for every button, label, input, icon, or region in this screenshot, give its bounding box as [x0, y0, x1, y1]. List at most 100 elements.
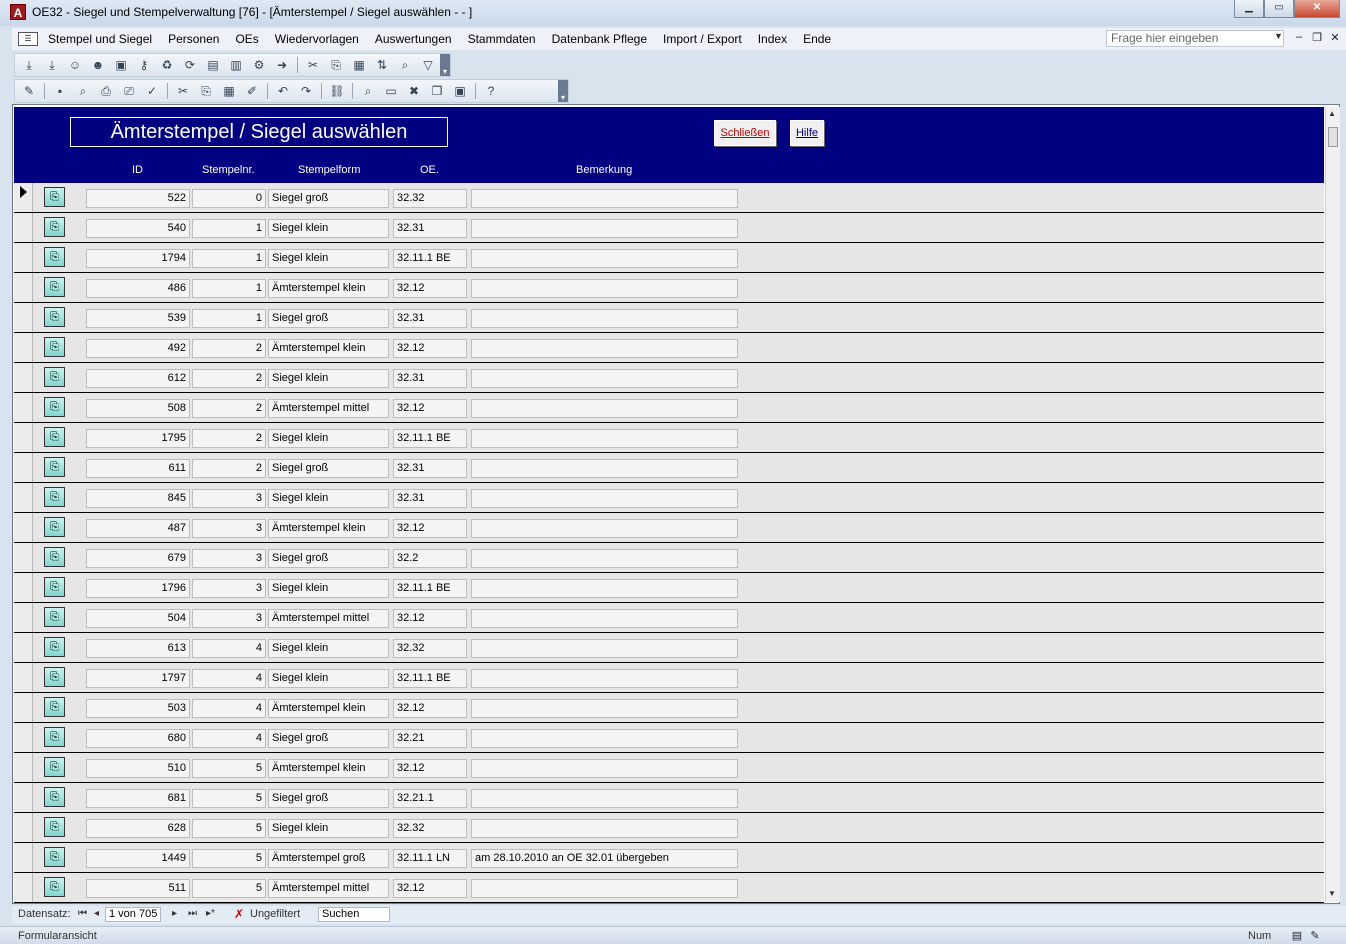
cell-id[interactable]: 486 — [86, 279, 190, 298]
cell-bemerkung[interactable] — [471, 759, 738, 778]
record-selector[interactable] — [14, 783, 33, 812]
cell-oe[interactable]: 32.31 — [393, 459, 467, 478]
cell-bemerkung[interactable] — [471, 339, 738, 358]
help-icon[interactable]: ? — [483, 83, 499, 99]
sort-icon[interactable]: ⇅ — [374, 57, 390, 73]
cell-id[interactable]: 628 — [86, 819, 190, 838]
copy-icon[interactable]: ⎘ — [328, 57, 344, 73]
scroll-thumb[interactable] — [1328, 127, 1338, 147]
cell-stempelnr[interactable]: 0 — [192, 189, 266, 208]
cell-id[interactable]: 1796 — [86, 579, 190, 598]
cell-oe[interactable]: 32.31 — [393, 219, 467, 238]
cell-stempelnr[interactable]: 3 — [192, 609, 266, 628]
cell-stempelform[interactable]: Ämterstempel mittel — [268, 399, 389, 418]
record-selector[interactable] — [14, 333, 33, 362]
menu-item[interactable]: Ende — [803, 32, 831, 46]
cell-bemerkung[interactable] — [471, 219, 738, 238]
exit-icon[interactable]: ➜ — [274, 57, 290, 73]
cell-stempelnr[interactable]: 2 — [192, 339, 266, 358]
cell-stempelform[interactable]: Ämterstempel klein — [268, 279, 389, 298]
persons-icon[interactable]: ☻ — [90, 57, 106, 73]
cell-id[interactable]: 1795 — [86, 429, 190, 448]
toolbar-options-icon[interactable]: ▾ — [440, 54, 450, 76]
cell-bemerkung[interactable] — [471, 879, 738, 898]
cell-oe[interactable]: 32.2 — [393, 549, 467, 568]
database-window-icon[interactable]: ❐ — [429, 83, 445, 99]
filter-off-icon[interactable]: ✗ — [234, 907, 244, 921]
cell-stempelnr[interactable]: 5 — [192, 879, 266, 898]
record-selector[interactable] — [14, 423, 33, 452]
cell-stempelform[interactable]: Ämterstempel klein — [268, 759, 389, 778]
cell-bemerkung[interactable] — [471, 429, 738, 448]
menu-item[interactable]: Wiedervorlagen — [275, 32, 359, 46]
save-icon[interactable]: ▪ — [52, 83, 68, 99]
open-record-icon[interactable]: ⎘ — [44, 487, 65, 507]
cell-bemerkung[interactable] — [471, 279, 738, 298]
open-record-icon[interactable]: ⎘ — [44, 667, 65, 687]
cell-bemerkung[interactable] — [471, 189, 738, 208]
cell-oe[interactable]: 32.11.1 BE — [393, 579, 467, 598]
cell-id[interactable]: 845 — [86, 489, 190, 508]
cell-bemerkung[interactable] — [471, 699, 738, 718]
cell-stempelnr[interactable]: 4 — [192, 729, 266, 748]
new-record-icon[interactable]: ▭ — [383, 83, 399, 99]
current-record-input[interactable]: 1 von 705 — [105, 907, 161, 922]
menu-item[interactable]: Personen — [168, 32, 219, 46]
help-button[interactable]: Hilfe — [790, 120, 824, 146]
open-record-icon[interactable]: ⎘ — [44, 457, 65, 477]
first-record-icon[interactable]: ⏮ — [78, 908, 87, 919]
cell-oe[interactable]: 32.12 — [393, 699, 467, 718]
cell-stempelform[interactable]: Siegel groß — [268, 189, 389, 208]
cell-stempelnr[interactable]: 3 — [192, 489, 266, 508]
cell-oe[interactable]: 32.12 — [393, 339, 467, 358]
cell-oe[interactable]: 32.11.1 BE — [393, 249, 467, 268]
record-selector[interactable] — [14, 843, 33, 872]
cell-oe[interactable]: 32.31 — [393, 309, 467, 328]
record-selector[interactable] — [14, 693, 33, 722]
key-icon[interactable]: ⚷ — [136, 57, 152, 73]
binoculars-icon[interactable]: ⌕ — [360, 83, 376, 99]
cell-stempelnr[interactable]: 1 — [192, 219, 266, 238]
spelling-icon[interactable]: ✓ — [144, 83, 160, 99]
import-stamp-icon[interactable]: ⤓ — [21, 57, 37, 73]
mdi-restore-icon[interactable]: ❐ — [1308, 31, 1326, 44]
cut-icon[interactable]: ✂ — [305, 57, 321, 73]
open-record-icon[interactable]: ⎘ — [44, 697, 65, 717]
record-selector[interactable] — [14, 633, 33, 662]
person-icon[interactable]: ☺ — [67, 57, 83, 73]
cell-oe[interactable]: 32.12 — [393, 519, 467, 538]
cell-stempelform[interactable]: Ämterstempel klein — [268, 339, 389, 358]
next-record-icon[interactable]: ▸ — [172, 908, 177, 919]
cell-bemerkung[interactable] — [471, 309, 738, 328]
open-record-icon[interactable]: ⎘ — [44, 337, 65, 357]
cell-stempelform[interactable]: Siegel klein — [268, 429, 389, 448]
cell-id[interactable]: 487 — [86, 519, 190, 538]
cell-stempelnr[interactable]: 1 — [192, 309, 266, 328]
cell-id[interactable]: 613 — [86, 639, 190, 658]
record-selector[interactable] — [14, 363, 33, 392]
cell-stempelform[interactable]: Siegel groß — [268, 789, 389, 808]
paste-icon[interactable]: ▦ — [221, 83, 237, 99]
cell-stempelnr[interactable]: 5 — [192, 849, 266, 868]
cell-oe[interactable]: 32.32 — [393, 819, 467, 838]
last-record-icon[interactable]: ⏭ — [188, 908, 197, 919]
record-selector[interactable] — [14, 303, 33, 332]
box-icon[interactable]: ▣ — [113, 57, 129, 73]
cell-stempelnr[interactable]: 5 — [192, 819, 266, 838]
open-record-icon[interactable]: ⎘ — [44, 397, 65, 417]
delete-record-icon[interactable]: ✖ — [406, 83, 422, 99]
open-record-icon[interactable]: ⎘ — [44, 727, 65, 747]
record-selector[interactable] — [14, 573, 33, 602]
toolbar-options-icon[interactable]: ▾ — [558, 80, 568, 102]
cell-stempelnr[interactable]: 3 — [192, 549, 266, 568]
menu-item[interactable]: Stammdaten — [468, 32, 536, 46]
cell-bemerkung[interactable] — [471, 639, 738, 658]
tools-icon[interactable]: ⚙ — [251, 57, 267, 73]
cell-id[interactable]: 680 — [86, 729, 190, 748]
previous-record-icon[interactable]: ◂ — [94, 908, 99, 919]
cell-id[interactable]: 679 — [86, 549, 190, 568]
cell-oe[interactable]: 32.11.1 BE — [393, 429, 467, 448]
new-record-nav-icon[interactable]: ▸* — [206, 908, 215, 919]
open-record-icon[interactable]: ⎘ — [44, 517, 65, 537]
paste-icon[interactable]: ▦ — [351, 57, 367, 73]
